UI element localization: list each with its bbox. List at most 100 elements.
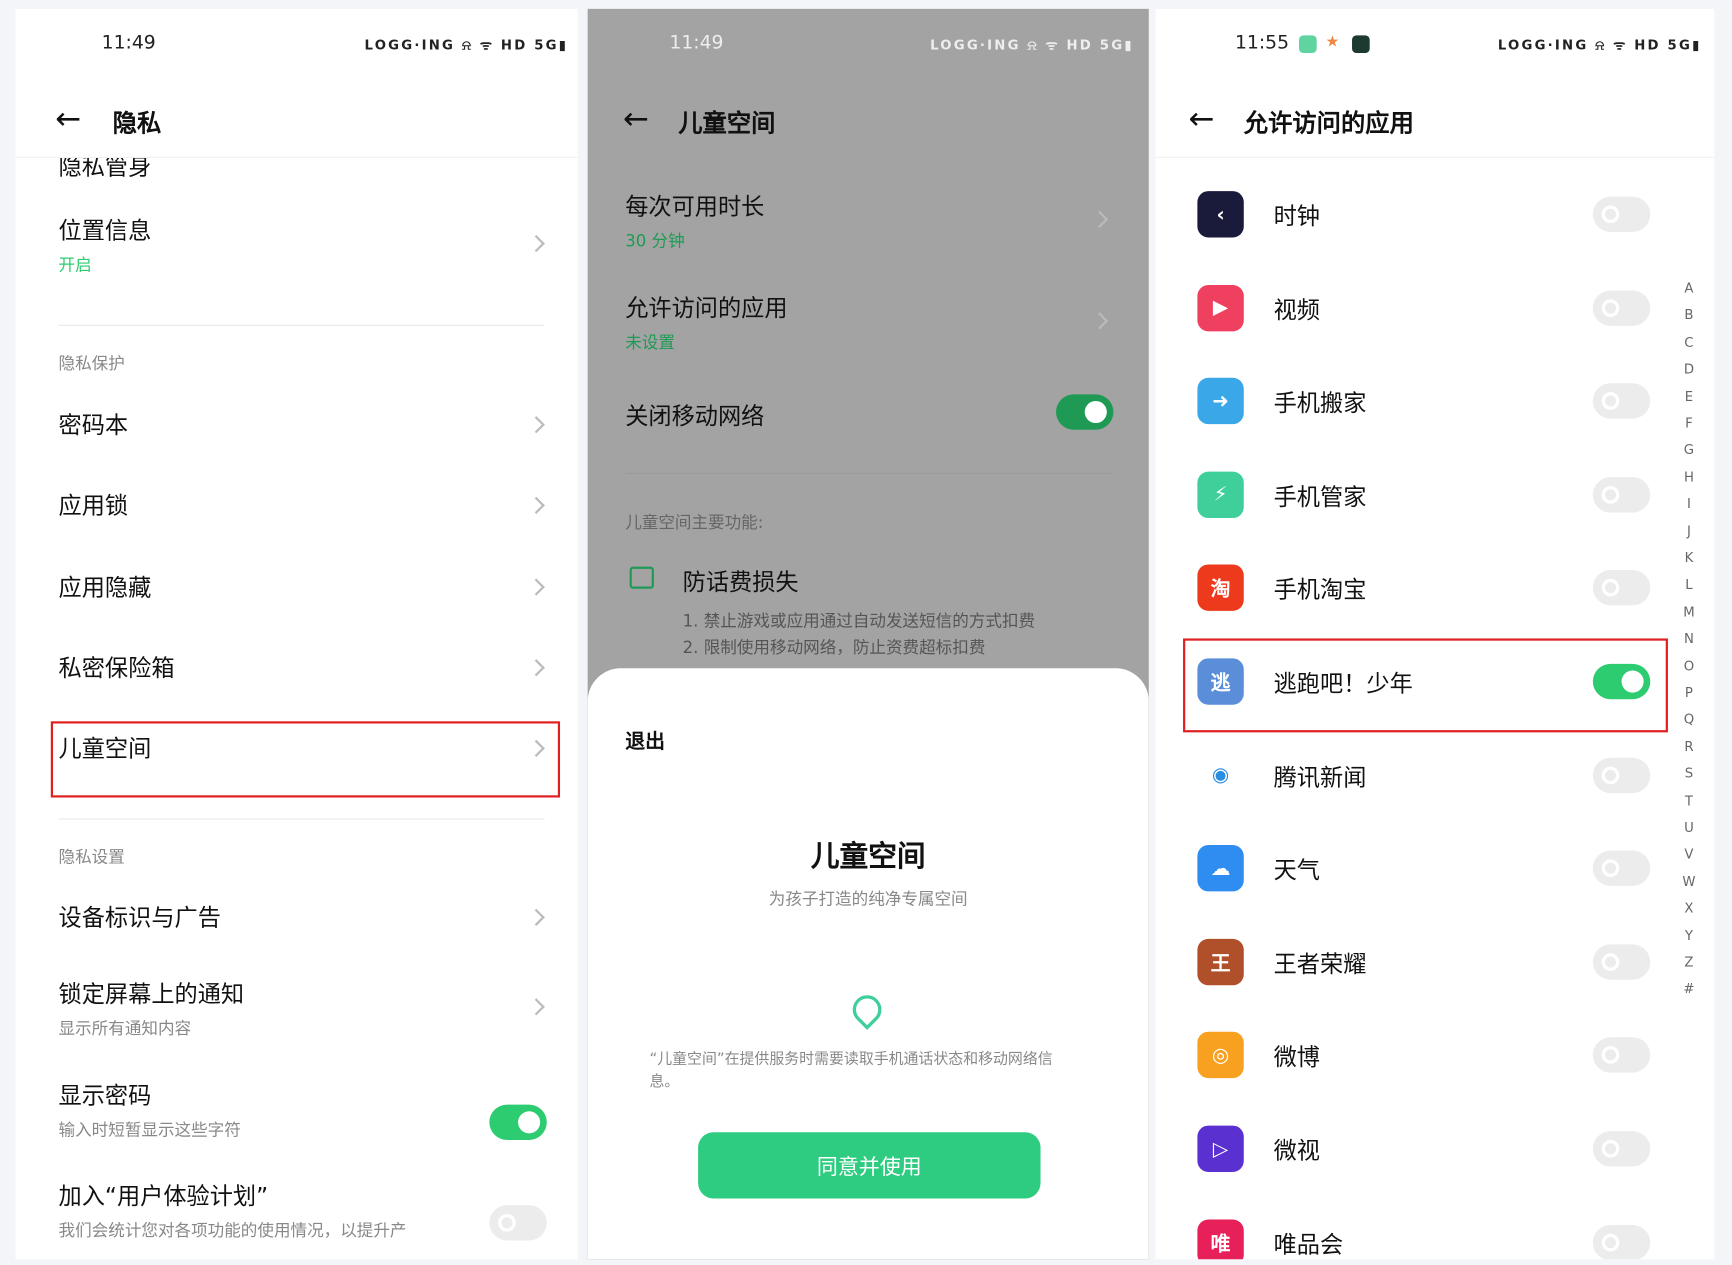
row-value: 未设置 [625, 332, 675, 353]
index-letter[interactable]: B [1681, 308, 1696, 323]
index-letter[interactable]: X [1681, 900, 1696, 915]
app-access-toggle[interactable] [1592, 196, 1651, 232]
index-letter[interactable]: R [1681, 739, 1696, 754]
back-arrow-icon[interactable]: ← [623, 103, 649, 135]
index-letter[interactable]: F [1681, 415, 1696, 430]
app-row: 逃 逃跑吧！少年 [1155, 648, 1670, 714]
app-access-toggle[interactable] [1592, 570, 1651, 606]
kids-space-logo-icon [846, 989, 888, 1030]
app-access-toggle[interactable] [1592, 1037, 1651, 1073]
settings-row[interactable]: 位置信息 开启 [15, 204, 577, 284]
settings-row[interactable]: 应用锁 [15, 479, 577, 530]
settings-row[interactable]: 设备标识与广告 [15, 891, 577, 942]
permission-notice: “儿童空间”在提供服务时需要读取手机通话状态和移动网络信息。 [649, 1050, 1053, 1091]
index-letter[interactable]: P [1681, 685, 1696, 700]
header-divider [1155, 156, 1715, 158]
weather-icon: ☁ [1197, 845, 1244, 892]
row-label: 显示密码 [58, 1082, 152, 1110]
app-name: 王者荣耀 [1273, 950, 1367, 978]
app-access-toggle[interactable] [1592, 944, 1651, 980]
vipshop-icon: 唯 [1197, 1219, 1244, 1260]
status-icons: LOGG·ING ⍾ ᯤ HD 5G▮ [364, 37, 569, 54]
app-access-toggle[interactable] [1592, 1224, 1651, 1260]
index-letter[interactable]: A [1681, 281, 1696, 296]
index-letter[interactable]: L [1681, 577, 1696, 592]
index-letter[interactable]: J [1681, 523, 1696, 538]
status-time: 11:49 [669, 32, 724, 55]
index-letter[interactable]: G [1681, 442, 1696, 457]
section-header: 隐私保护 [58, 353, 125, 374]
honor-of-kings-icon: 王 [1197, 938, 1244, 986]
chevron-right-icon [527, 496, 545, 514]
index-letter[interactable]: Z [1681, 954, 1696, 969]
settings-row[interactable]: 锁定屏幕上的通知 显示所有通知内容 [15, 968, 577, 1048]
app-row: ▷ 微视 [1155, 1116, 1670, 1182]
row-subtitle: 开启 [58, 255, 92, 276]
app-access-toggle[interactable] [1592, 757, 1651, 793]
settings-row[interactable]: 应用隐藏 [15, 561, 577, 612]
index-letter[interactable]: T [1681, 793, 1696, 808]
phone-manager-icon: ⚡ [1197, 471, 1244, 518]
agree-and-use-button[interactable]: 同意并使用 [698, 1132, 1041, 1199]
notification-app-icon [1352, 35, 1370, 54]
index-letter[interactable]: K [1681, 550, 1696, 565]
app-access-toggle[interactable] [1592, 383, 1651, 419]
row-allowed-apps[interactable]: 允许访问的应用 未设置 [588, 282, 1149, 359]
index-letter[interactable]: Y [1681, 927, 1696, 942]
row-duration[interactable]: 每次可用时长 30 分钟 [588, 180, 1149, 257]
tencent-news-icon: ◉ [1197, 751, 1244, 799]
index-letter[interactable]: O [1681, 658, 1696, 673]
index-letter[interactable]: E [1681, 388, 1696, 403]
feature-line: 2. 限制使用移动网络，防止资费超标扣费 [682, 637, 986, 658]
app-name: 手机管家 [1273, 483, 1367, 511]
app-access-toggle[interactable] [1592, 476, 1651, 513]
index-letter[interactable]: H [1681, 469, 1696, 484]
divider [58, 324, 545, 326]
app-access-toggle[interactable] [1592, 290, 1651, 326]
back-arrow-icon[interactable]: ← [1189, 103, 1215, 135]
index-letter[interactable]: C [1681, 334, 1696, 349]
row-label: 设备标识与广告 [58, 904, 221, 932]
index-letter[interactable]: # [1681, 981, 1696, 996]
index-letter[interactable]: M [1681, 604, 1696, 619]
mobile-network-toggle[interactable] [1055, 394, 1114, 430]
app-name: 手机淘宝 [1273, 577, 1367, 604]
index-letter[interactable]: I [1681, 496, 1696, 511]
app-access-toggle[interactable] [1592, 850, 1651, 887]
settings-row[interactable]: 私密保险箱 [15, 642, 577, 693]
privacy-screen: 11:49 LOGG·ING ⍾ ᯤ HD 5G▮ ← 隐私 隐私管身 位置信息… [15, 8, 578, 1260]
toggle-switch[interactable] [489, 1205, 547, 1241]
index-letter[interactable]: S [1681, 766, 1696, 781]
index-letter[interactable]: U [1681, 820, 1696, 835]
app-name: 时钟 [1273, 203, 1320, 230]
status-icons: LOGG·ING ⍾ ᯤ HD 5G▮ [930, 37, 1134, 54]
row-label: 关闭移动网络 [625, 403, 765, 430]
index-letter[interactable]: V [1681, 847, 1696, 862]
chevron-right-icon [527, 739, 545, 757]
star-icon: ★ [1325, 33, 1340, 51]
notification-app-icon [1299, 35, 1317, 54]
index-letter[interactable]: D [1681, 361, 1696, 376]
app-row: 淘 手机淘宝 [1155, 555, 1670, 621]
clipped-row[interactable]: 隐私管身 [15, 158, 577, 180]
app-name: 腾讯新闻 [1273, 763, 1367, 791]
index-letter[interactable]: N [1681, 631, 1696, 646]
row-label: 锁定屏幕上的通知 [58, 980, 245, 1008]
index-letter[interactable]: W [1681, 874, 1696, 889]
app-name: 逃跑吧！少年 [1273, 670, 1413, 698]
settings-row[interactable]: 密码本 [15, 399, 577, 450]
feature-line: 1. 禁止游戏或应用通过自动发送短信的方式扣费 [682, 610, 1036, 631]
index-letter[interactable]: Q [1681, 712, 1696, 727]
row-label: 位置信息 [58, 217, 152, 245]
toggle-switch[interactable] [489, 1104, 547, 1140]
row-label: 加入“用户体验计划” [58, 1183, 269, 1210]
back-arrow-icon[interactable]: ← [55, 103, 81, 135]
settings-row[interactable]: 儿童空间 [15, 722, 577, 773]
settings-row: 显示密码 输入时短暂显示这些字符 [15, 1069, 577, 1149]
app-name: 手机搬家 [1273, 390, 1367, 417]
app-name: 微视 [1273, 1137, 1320, 1165]
app-access-toggle[interactable] [1592, 663, 1651, 700]
app-name: 微博 [1273, 1044, 1320, 1071]
app-access-toggle[interactable] [1592, 1131, 1651, 1167]
exit-button[interactable]: 退出 [625, 726, 665, 755]
